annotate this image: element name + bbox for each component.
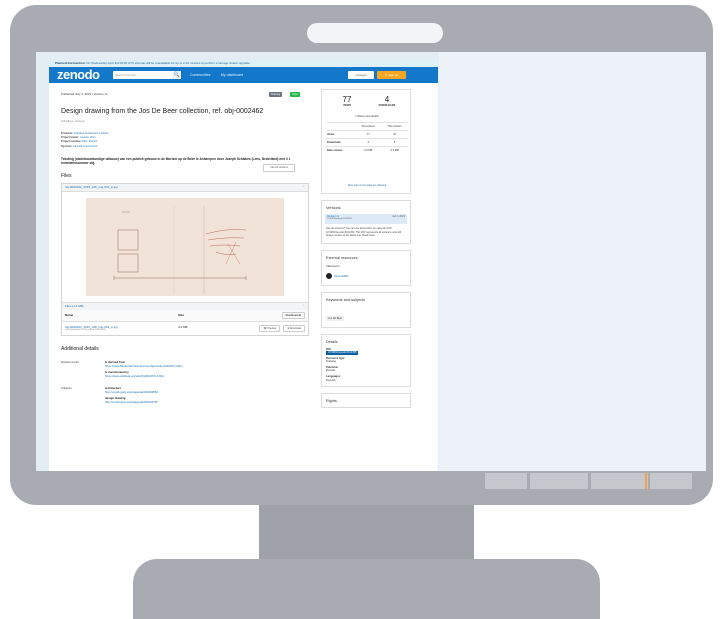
maintenance-banner: Planned intervention: On Wednesday April…	[49, 60, 438, 67]
monitor-frame: Planned intervention: On Wednesday April…	[10, 5, 713, 505]
subjects: Subjects architecture http://vocab.getty…	[61, 385, 158, 404]
additional-details-heading: Additional details	[61, 345, 99, 352]
external-resources-heading: External resources	[326, 255, 358, 260]
collapse-icon[interactable]: ⌃	[302, 184, 305, 191]
current-version[interactable]: Version v1 10.5281/zenodo.8121455 Jul 4,…	[325, 214, 407, 224]
download-button[interactable]: ⬇ Download	[283, 324, 305, 332]
record-main: Published July 4, 2023 | Version v1 Draw…	[61, 92, 309, 404]
screen: Planned intervention: On Wednesday April…	[36, 52, 706, 471]
openaire-link[interactable]: OpenAIRE	[322, 271, 410, 285]
taskbar-button[interactable]	[530, 473, 588, 489]
preview-button[interactable]: 👁 Preview	[259, 324, 281, 332]
file-md5: md5:4b0de3f6e7c12f4caf9aab7e7d28a9f1	[65, 328, 107, 331]
banner-label: Planned intervention	[55, 61, 85, 65]
stats-box: 77 VIEWS 4 DOWNLOADS ▾ Show more details…	[321, 89, 411, 194]
downloads-count: 4	[384, 95, 390, 104]
search-icon[interactable]: 🔍	[173, 71, 181, 79]
browser-window: Planned intervention: On Wednesday April…	[49, 60, 438, 471]
rights-heading: Rights	[326, 399, 337, 404]
nav-my-dashboard[interactable]: My dashboard	[221, 67, 243, 83]
collapse-icon[interactable]: ⌃	[302, 303, 305, 310]
monitor-neck	[259, 505, 474, 559]
downloads-label: DOWNLOADS	[378, 104, 396, 107]
contributor-row: Sponsor: Flemish Government	[61, 144, 98, 148]
monitor-base	[133, 559, 600, 619]
external-resources-box: External resources Indexed in OpenAIRE	[321, 249, 411, 286]
cite-all-versions-button[interactable]: Cite all versions	[263, 164, 295, 172]
record-sidebar: 77 VIEWS 4 DOWNLOADS ▾ Show more details…	[321, 89, 411, 409]
download-all-button[interactable]: Download all	[281, 311, 305, 319]
files-count-bar[interactable]: Files (4.4 MB) ⌃	[62, 301, 308, 310]
camera-slot	[307, 23, 443, 43]
related-works-label: Related works	[61, 359, 79, 364]
drawing-image	[86, 197, 284, 296]
related-works: Related works Is derived from https://ww…	[61, 359, 183, 378]
files-box: obj-0002462_3035_038_img-001_A.jpg ⌃ Fil…	[61, 182, 309, 336]
versions-heading: Versions	[326, 206, 341, 210]
signup-button[interactable]: ✎ Sign up	[377, 71, 406, 79]
preview-file-bar[interactable]: obj-0002462_3035_038_img-001_A.jpg ⌃	[62, 183, 308, 192]
views-count: 77	[342, 95, 352, 104]
files-heading: Files	[61, 172, 72, 179]
published-date: Published July 4, 2023 | Version v1	[61, 92, 108, 96]
table-row: Downloads 4 4	[326, 138, 408, 147]
rights-box: Rights	[321, 393, 411, 409]
files-table: Name Size Download all obj-0002462_3035_…	[62, 309, 308, 335]
resource-type-badge: Drawing	[269, 92, 283, 97]
stats-table: All versions This version Views 77 76 Do…	[326, 122, 408, 154]
taskbar-button-active[interactable]	[591, 473, 648, 489]
record-authors[interactable]: Schalkes, Joseph	[61, 119, 307, 123]
search-input[interactable]: Search records... 🔍	[113, 71, 181, 79]
keywords-heading: Keywords and subjects	[326, 297, 366, 302]
record-title: Design drawing from the Jos De Beer coll…	[61, 108, 264, 115]
active-indicator	[645, 473, 647, 489]
site-header: zenodo Search records... 🔍 Communities M…	[49, 67, 438, 83]
login-button[interactable]: ⇥ Log in	[348, 71, 374, 79]
nav-communities[interactable]: Communities	[190, 67, 210, 83]
show-more-details[interactable]: ▾ Show more details	[322, 115, 412, 118]
publication-info: Published July 4, 2023 | Version v1 Draw…	[61, 92, 307, 99]
file-preview	[62, 191, 308, 302]
files-table-header: Name Size Download all	[62, 309, 308, 322]
contributors-list: Producer: Flanders Architecture Institut…	[61, 132, 307, 149]
keyword-tag[interactable]: Jos De Beer	[326, 315, 345, 321]
search-placeholder: Search records...	[115, 73, 138, 77]
file-size: 4.4 MB	[178, 324, 188, 329]
table-row: Views 77 76	[326, 130, 408, 139]
taskbar-button[interactable]	[485, 473, 527, 489]
col-name: Name	[62, 309, 176, 322]
subjects-label: Subjects	[61, 385, 72, 390]
details-box: Details DOI 10.5281/zenodo.8121455 Resou…	[321, 333, 411, 388]
table-row: Data volume 9.3 MB 9.3 MB	[326, 146, 408, 154]
versions-note: Cite all versions? You can cite all vers…	[326, 227, 401, 237]
doi-badge[interactable]: 10.5281/zenodo.8121455	[326, 351, 359, 355]
stats-info-link[interactable]: More info on how stats are collected	[322, 184, 412, 187]
drawing-sketch	[113, 205, 247, 294]
zenodo-logo[interactable]: zenodo	[57, 67, 100, 83]
preview-file-name[interactable]: obj-0002462_3035_038_img-001_A.jpg	[65, 185, 118, 189]
table-row: obj-0002462_3035_038_img-001_A.jpg md5:4…	[62, 321, 308, 335]
access-badge: Open	[290, 92, 301, 97]
openaire-icon	[326, 272, 332, 279]
keywords-box: Keywords and subjects Jos De Beer	[321, 291, 411, 328]
views-label: VIEWS	[342, 104, 352, 107]
col-size: Size	[175, 309, 205, 322]
indexed-in-label: Indexed in	[326, 263, 340, 268]
banner-text: On Wednesday April 3rd 06:00 UTC Zenodo …	[86, 61, 251, 65]
taskbar-button[interactable]	[650, 473, 692, 489]
desktop-background	[439, 52, 706, 471]
versions-box: Versions Version v1 10.5281/zenodo.81214…	[321, 200, 411, 244]
details-heading: Details	[326, 339, 338, 344]
files-count: Files (4.4 MB)	[65, 303, 84, 308]
